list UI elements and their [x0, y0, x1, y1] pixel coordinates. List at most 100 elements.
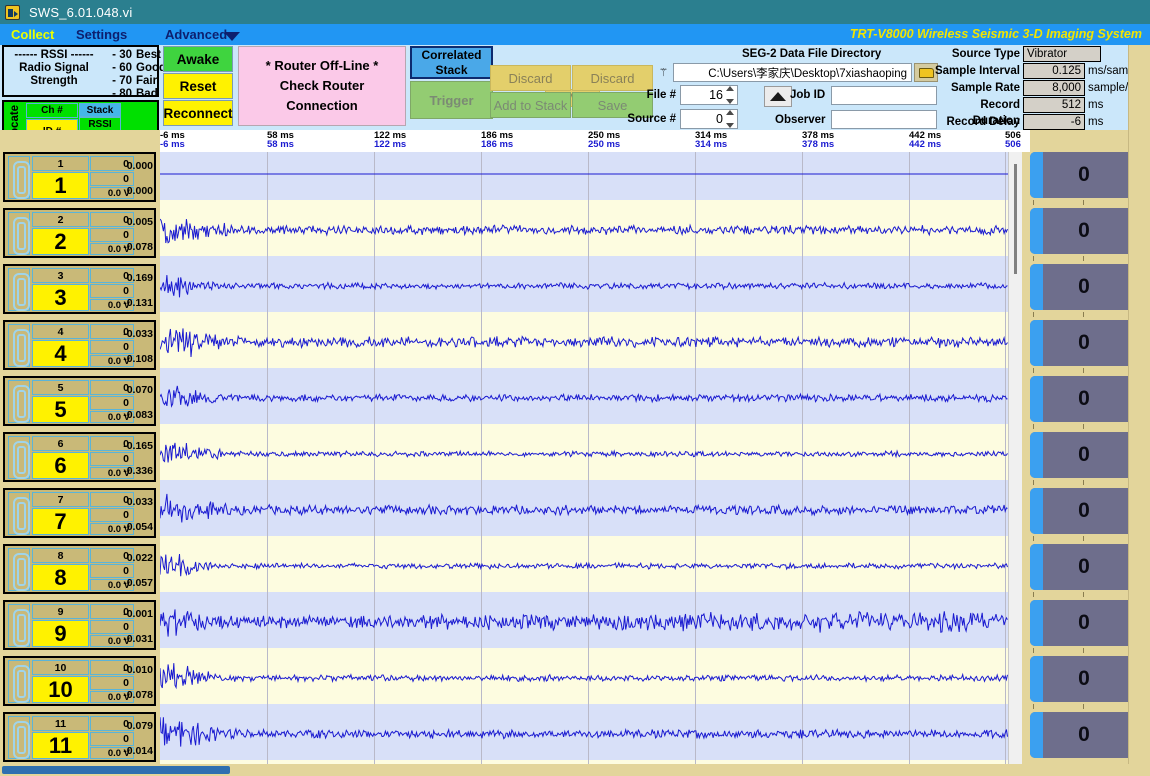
- plot-scrollbar-thumb[interactable]: [1014, 164, 1017, 274]
- param-row-source-type: Source Type Vibrator: [930, 46, 1126, 62]
- channel-gauge[interactable]: 0: [1030, 376, 1138, 422]
- time-tick-bottom-3: 186 ms: [481, 139, 513, 150]
- stack-discard-button[interactable]: Discard: [572, 65, 653, 91]
- param-row-record-duration: Record Duration 512 ms: [930, 97, 1126, 113]
- channel-row[interactable]: 1111000.0 V0.079-0.014: [3, 712, 156, 762]
- channel-list: 11000.0 V0.0000.000 22000.0 V0.005-0.078 3…: [0, 152, 160, 762]
- job-id-input[interactable]: [831, 86, 937, 105]
- channel-gauge[interactable]: 0: [1030, 656, 1138, 702]
- param-unit-record-delay: ms: [1088, 114, 1103, 130]
- observer-label: Observer: [775, 114, 826, 126]
- param-value-sample-rate[interactable]: 8,000: [1023, 80, 1085, 96]
- locate-stack-label: Stack: [79, 103, 121, 117]
- channel-row[interactable]: 11000.0 V0.0000.000: [3, 152, 156, 202]
- menu-item-advanced[interactable]: Advanced: [165, 27, 227, 42]
- channel-number: 6: [32, 436, 89, 451]
- param-row-sample-rate: Sample Rate 8,000 sample/s: [930, 80, 1126, 96]
- add-to-stack-button[interactable]: Add to Stack: [490, 92, 571, 118]
- channel-row[interactable]: 33000.0 V0.169-0.131: [3, 264, 156, 314]
- channel-row[interactable]: 22000.0 V0.005-0.078: [3, 208, 156, 258]
- seg2-directory-heading: SEG-2 Data File Directory: [742, 48, 881, 60]
- channel-gauge[interactable]: 0: [1030, 712, 1138, 758]
- param-value-source-type[interactable]: Vibrator: [1023, 46, 1101, 62]
- seismic-trace: [160, 219, 1008, 243]
- rssi-legend-panel: ------ RSSI ------ Radio Signal Strength…: [2, 45, 159, 97]
- gauge-value: 0: [1078, 275, 1090, 299]
- channel-gauge[interactable]: 0: [1030, 320, 1138, 366]
- file-number-stepper[interactable]: [724, 86, 736, 104]
- param-label-source-type: Source Type: [930, 46, 1020, 62]
- channel-gauge[interactable]: 0: [1030, 600, 1138, 646]
- horizontal-scrollbar[interactable]: [0, 764, 1150, 776]
- path-browse-glyph-icon: ⚚: [655, 64, 672, 81]
- router-warning-line1: * Router Off-Line *: [266, 56, 379, 76]
- seg2-path-input[interactable]: C:\Users\李家庆\Desktop\7xiashaoping: [673, 63, 912, 82]
- channel-number: 4: [32, 324, 89, 339]
- reconnect-button[interactable]: Reconnect: [163, 100, 233, 126]
- gauge-value: 0: [1078, 723, 1090, 747]
- chevron-down-icon[interactable]: [224, 32, 240, 41]
- observer-input[interactable]: [831, 110, 937, 129]
- gauge-scale-ticks: [1030, 535, 1138, 542]
- gauge-fill: [1030, 712, 1043, 758]
- menu-item-settings[interactable]: Settings: [76, 27, 127, 42]
- channel-value-bottom: -0.054: [130, 518, 155, 535]
- param-label-sample-interval: Sample Interval: [930, 63, 1020, 79]
- reset-button[interactable]: Reset: [163, 73, 233, 99]
- channel-row[interactable]: 55000.0 V0.070-0.083: [3, 376, 156, 426]
- gauge-value: 0: [1078, 443, 1090, 467]
- gauge-value: 0: [1078, 219, 1090, 243]
- channel-value-top: -0.010: [134, 660, 155, 680]
- geophone-icon: [8, 492, 30, 535]
- up-chevron-icon[interactable]: [764, 86, 792, 107]
- channel-row[interactable]: 77000.0 V0.033-0.054: [3, 488, 156, 538]
- menu-item-collect[interactable]: Collect: [11, 27, 54, 42]
- channel-gauge[interactable]: 0: [1030, 208, 1138, 254]
- seismic-trace: [160, 443, 1008, 463]
- channel-row[interactable]: 99000.0 V-0.001-0.031: [3, 600, 156, 650]
- channel-gauge[interactable]: 0: [1030, 152, 1138, 198]
- channel-id: 10: [32, 676, 89, 703]
- channel-id: 2: [32, 228, 89, 255]
- channel-row[interactable]: 66000.0 V-0.165-0.336: [3, 432, 156, 482]
- gauge-scale-ticks: [1030, 591, 1138, 598]
- gauge-value: 0: [1078, 667, 1090, 691]
- plot-vertical-scrollbar[interactable]: [1008, 152, 1022, 764]
- rssi-title-line3: Strength: [4, 75, 104, 87]
- channel-row[interactable]: 44000.0 V-0.033-0.108: [3, 320, 156, 370]
- file-number-label: File #: [626, 89, 676, 101]
- channel-value-bottom: -0.336: [130, 462, 155, 479]
- gauge-scale-ticks: [1030, 423, 1138, 430]
- channel-value-bottom: -0.083: [130, 406, 155, 423]
- gauge-value: 0: [1078, 387, 1090, 411]
- awake-button[interactable]: Awake: [163, 46, 233, 72]
- geophone-icon: [8, 604, 30, 647]
- horizontal-scrollbar-thumb[interactable]: [2, 766, 230, 774]
- channel-value-top: 0.169: [134, 268, 155, 288]
- channel-gauge[interactable]: 0: [1030, 432, 1138, 478]
- channel-gauge[interactable]: 0: [1030, 488, 1138, 534]
- param-value-record-duration[interactable]: 512: [1023, 97, 1085, 113]
- channel-gauge[interactable]: 0: [1030, 264, 1138, 310]
- channel-number: 7: [32, 492, 89, 507]
- channel-number: 2: [32, 212, 89, 227]
- time-axis: -6 ms-6 ms58 ms58 ms122 ms122 ms186 ms18…: [160, 130, 1030, 152]
- locate-rssi-label: RSSI: [79, 117, 121, 131]
- channel-value-bottom: -0.108: [130, 350, 155, 367]
- channel-gauge[interactable]: 0: [1030, 544, 1138, 590]
- channel-row[interactable]: 88000.0 V0.022-0.057: [3, 544, 156, 594]
- seismic-trace: [160, 609, 1008, 636]
- waveform-plot[interactable]: [160, 152, 1008, 764]
- trigger-button[interactable]: Trigger: [410, 81, 493, 119]
- channel-value-top: -0.033: [134, 324, 155, 344]
- channel-id: 9: [32, 620, 89, 647]
- channel-row[interactable]: 1010000.0 V-0.010-0.078: [3, 656, 156, 706]
- param-value-record-delay[interactable]: -6: [1023, 114, 1085, 130]
- param-value-sample-interval[interactable]: 0.125: [1023, 63, 1085, 79]
- gauge-scale-ticks: [1030, 255, 1138, 262]
- channel-value-bottom: -0.057: [130, 574, 155, 591]
- source-number-stepper[interactable]: [724, 110, 736, 128]
- gauge-value: 0: [1078, 163, 1090, 187]
- trace-discard-button[interactable]: Discard: [490, 65, 571, 91]
- correlated-stack-button[interactable]: Correlated Stack: [410, 46, 493, 79]
